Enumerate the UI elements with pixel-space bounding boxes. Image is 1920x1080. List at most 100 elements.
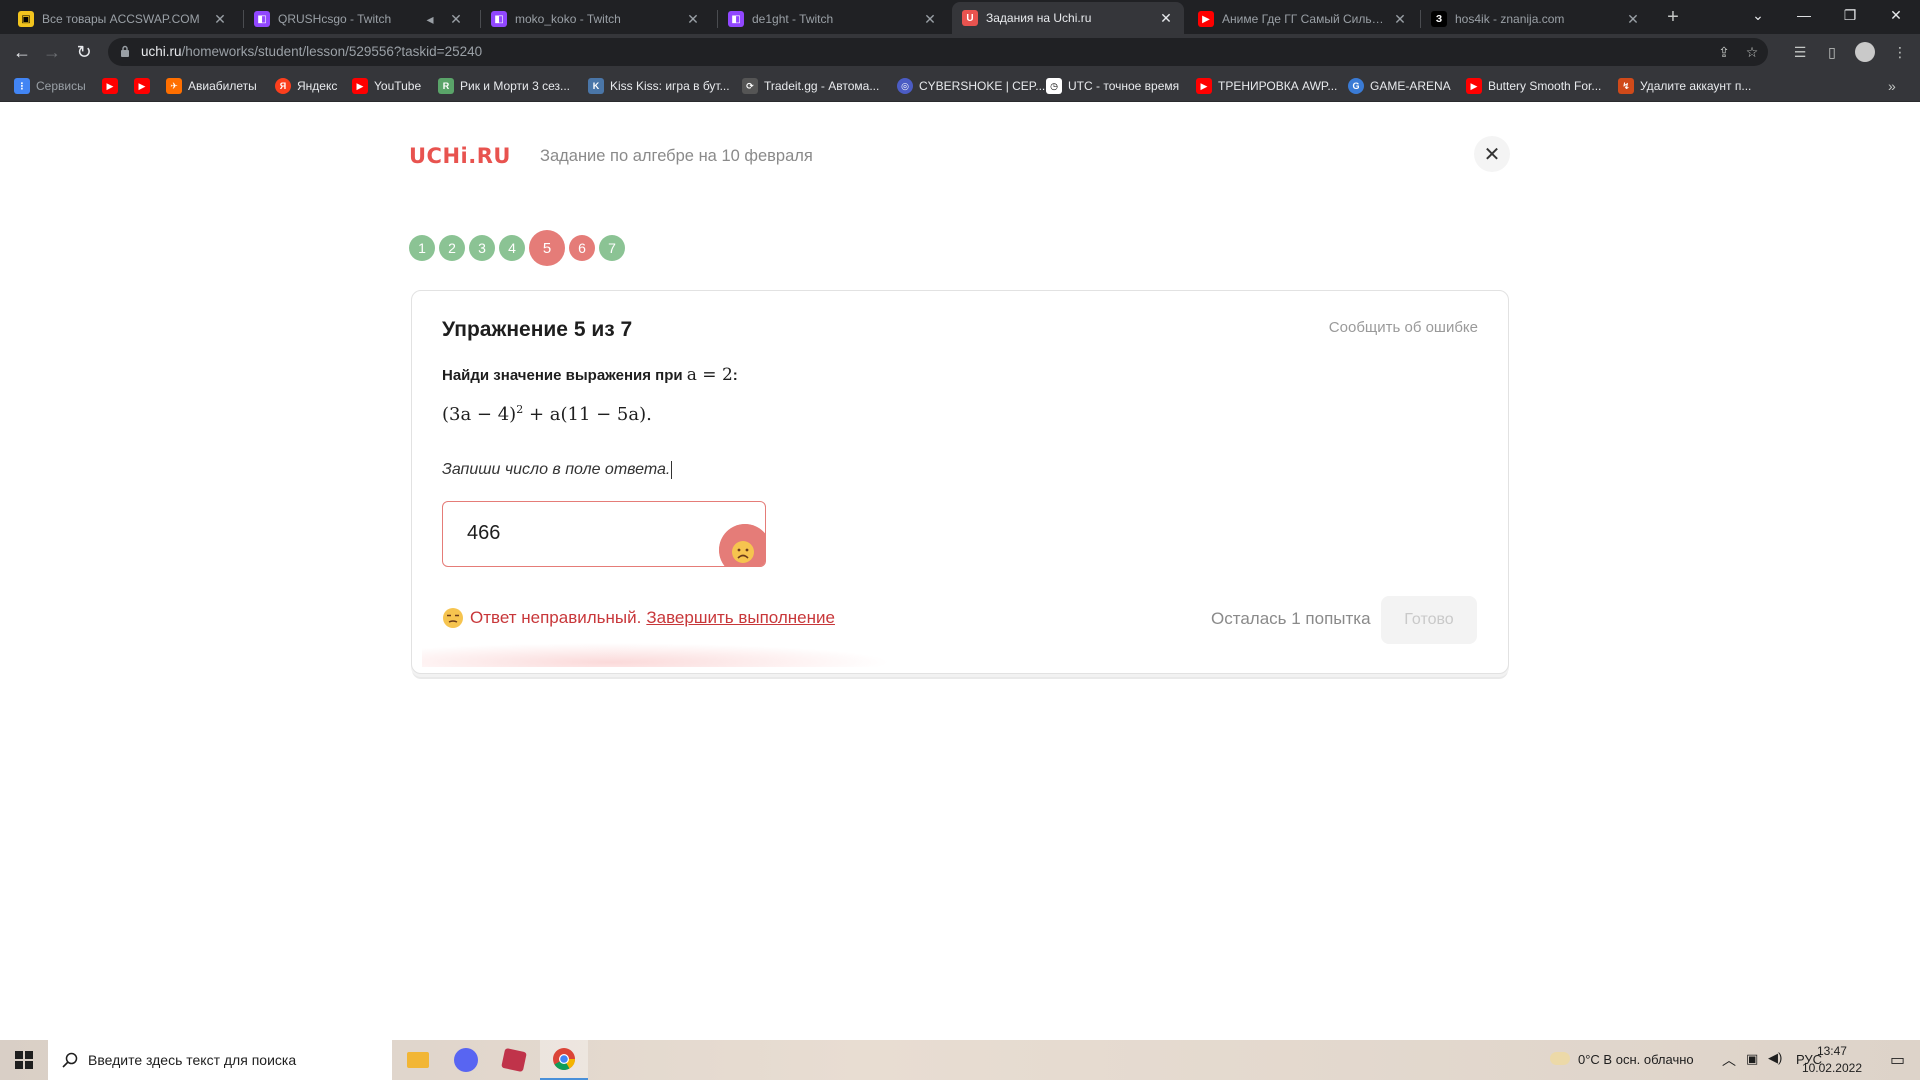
speaker-muted-icon[interactable]: ◂	[422, 11, 438, 27]
step-4[interactable]: 4	[499, 235, 525, 261]
bookmark-utc[interactable]: ◷ UTC - точное время	[1046, 77, 1179, 95]
close-icon[interactable]: ✕	[922, 11, 938, 27]
youtube-icon: ▶	[134, 78, 150, 94]
bookmark-label: Buttery Smooth For...	[1488, 79, 1602, 93]
step-2[interactable]: 2	[439, 235, 465, 261]
more-menu-icon[interactable]: ⋮	[1886, 38, 1914, 66]
task-statement: Найди значение выражения при a = 2:	[442, 365, 738, 385]
close-icon[interactable]: ✕	[685, 11, 701, 27]
file-explorer-icon[interactable]	[394, 1040, 442, 1080]
bookmark-star-icon[interactable]: ☆	[1738, 38, 1766, 66]
rick-icon: R	[438, 78, 454, 94]
address-bar[interactable]: uchi.ru/homeworks/student/lesson/529556?…	[108, 38, 1768, 66]
windows-start-button[interactable]	[0, 1040, 48, 1080]
close-lesson-button[interactable]: ✕	[1474, 136, 1510, 172]
bookmark-label: Tradeit.gg - Автома...	[764, 79, 880, 93]
close-icon[interactable]: ✕	[212, 11, 228, 27]
error-glow	[422, 643, 892, 667]
discord-icon[interactable]	[442, 1040, 490, 1080]
close-icon[interactable]: ✕	[1392, 11, 1408, 27]
share-icon[interactable]: ⇪	[1710, 38, 1738, 66]
bookmark-delete-account[interactable]: ↯ Удалите аккаунт п...	[1618, 77, 1751, 95]
reading-list-icon[interactable]: ☰	[1786, 38, 1814, 66]
bookmark-youtube-1[interactable]: ▶	[102, 77, 124, 95]
weather-icon[interactable]	[1550, 1052, 1570, 1068]
game-icon[interactable]	[490, 1040, 538, 1080]
sad-face-icon	[719, 524, 765, 566]
side-panel-icon[interactable]: ▯	[1818, 38, 1846, 66]
bookmark-label: YouTube	[374, 79, 422, 93]
report-error-link[interactable]: Сообщить об ошибке	[1329, 319, 1478, 336]
task-text: Найди значение выражения при	[442, 367, 683, 384]
new-tab-plus-icon[interactable]: +	[1660, 4, 1686, 30]
twitch-icon: ◧	[254, 11, 270, 27]
bookmark-yandex[interactable]: Я Яндекс	[275, 77, 337, 95]
profile-avatar-icon[interactable]	[1851, 38, 1879, 66]
unamused-face-icon	[443, 608, 463, 628]
attempts-remaining: Осталась 1 попытка	[1211, 609, 1371, 628]
step-1[interactable]: 1	[409, 235, 435, 261]
tab-moko-twitch[interactable]: ◧ moko_koko - Twitch ✕	[481, 4, 711, 34]
taskbar-search-input[interactable]: Введите здесь текст для поиска	[48, 1040, 392, 1080]
notifications-icon[interactable]: ▭	[1890, 1050, 1905, 1070]
bookmark-rick-morty[interactable]: R Рик и Морти 3 сез...	[438, 77, 570, 95]
bookmark-awp-training[interactable]: ▶ ТРЕНИРОВКА AWP...	[1196, 77, 1337, 95]
youtube-icon: ▶	[102, 78, 118, 94]
bookmark-label: Удалите аккаунт п...	[1640, 79, 1752, 93]
more-bookmarks-chevron-icon[interactable]: »	[1888, 77, 1896, 95]
chrome-icon[interactable]	[540, 1040, 588, 1080]
tab-search-chevron-icon[interactable]: ⌄	[1735, 0, 1781, 30]
tab-title: Задания на Uchi.ru	[986, 11, 1092, 25]
bookmark-cybershoke[interactable]: ◎ CYBERSHOKE | CEP...	[897, 77, 1045, 95]
bookmark-services[interactable]: ⋮ Сервисы	[14, 77, 86, 95]
vk-icon: K	[588, 78, 604, 94]
url-path: /homeworks/student/lesson/529556?taskid=…	[181, 44, 483, 59]
youtube-icon: ▶	[1198, 11, 1214, 27]
bookmark-youtube[interactable]: ▶ YouTube	[352, 77, 421, 95]
tab-uchi[interactable]: U Задания на Uchi.ru ✕	[952, 2, 1184, 34]
expr-part-a: (3a − 4)	[442, 404, 517, 425]
weather-text[interactable]: 0°C В осн. облачно	[1578, 1052, 1694, 1067]
back-arrow-icon[interactable]: ←	[8, 38, 36, 66]
step-6[interactable]: 6	[569, 235, 595, 261]
step-5-current[interactable]: 5	[529, 230, 565, 266]
uchi-logo[interactable]: UCHi.RU	[409, 144, 511, 168]
bookmark-aviasales[interactable]: ✈ Авиабилеты	[166, 77, 257, 95]
answer-input[interactable]: 466	[442, 501, 766, 567]
tab-youtube-anime[interactable]: ▶ Аниме Где ГГ Самый Сильный ✕	[1188, 4, 1418, 34]
network-icon[interactable]: ▣	[1746, 1051, 1758, 1067]
window-close-icon[interactable]: ✕	[1873, 0, 1919, 30]
bookmark-label: Сервисы	[36, 79, 86, 93]
tab-de1ght-twitch[interactable]: ◧ de1ght - Twitch ✕	[718, 4, 948, 34]
forward-arrow-icon[interactable]: →	[38, 38, 66, 66]
bookmark-game-arena[interactable]: G GAME-ARENA	[1348, 77, 1451, 95]
close-icon[interactable]: ✕	[448, 11, 464, 27]
close-icon[interactable]: ✕	[1625, 11, 1641, 27]
expr-part-b: + a(11 − 5a).	[523, 404, 652, 425]
finish-exercise-link[interactable]: Завершить выполнение	[646, 608, 835, 628]
tab-qrush-twitch[interactable]: ◧ QRUSHcsgo - Twitch ◂ ✕	[244, 4, 474, 34]
bookmark-tradeit[interactable]: ⟳ Tradeit.gg - Автома...	[742, 77, 879, 95]
minimize-icon[interactable]: —	[1781, 0, 1827, 30]
tab-title: moko_koko - Twitch	[515, 12, 621, 26]
step-7[interactable]: 7	[599, 235, 625, 261]
bookmark-buttery-smooth[interactable]: ▶ Buttery Smooth For...	[1466, 77, 1601, 95]
step-3[interactable]: 3	[469, 235, 495, 261]
task-colon: :	[732, 367, 738, 384]
show-hidden-icons-chevron-icon[interactable]: ︿	[1722, 1050, 1736, 1070]
bookmark-youtube-2[interactable]: ▶	[134, 77, 156, 95]
restore-icon[interactable]: ❐	[1827, 0, 1873, 30]
done-button[interactable]: Готово	[1381, 596, 1477, 644]
tab-znanija[interactable]: З hos4ik - znanija.com ✕	[1421, 4, 1651, 34]
bookmark-label: Рик и Морти 3 сез...	[460, 79, 570, 93]
youtube-icon: ▶	[352, 78, 368, 94]
tab-accswap[interactable]: ▣ Все товары ACCSWAP.COM ✕	[8, 4, 238, 34]
close-icon[interactable]: ✕	[1158, 10, 1174, 26]
math-expression: (3a − 4)2 + a(11 − 5a).	[442, 403, 652, 425]
bookmark-label: Kiss Kiss: игра в бут...	[610, 79, 730, 93]
feedback-message: Ответ неправильный. Завершить выполнение	[442, 607, 835, 629]
volume-icon[interactable]: ◀)	[1768, 1050, 1782, 1066]
reload-icon[interactable]: ↻	[70, 38, 98, 66]
bookmark-vk[interactable]: K Kiss Kiss: игра в бут...	[588, 77, 730, 95]
taskbar-clock[interactable]: 13:47 10.02.2022	[1802, 1043, 1862, 1077]
